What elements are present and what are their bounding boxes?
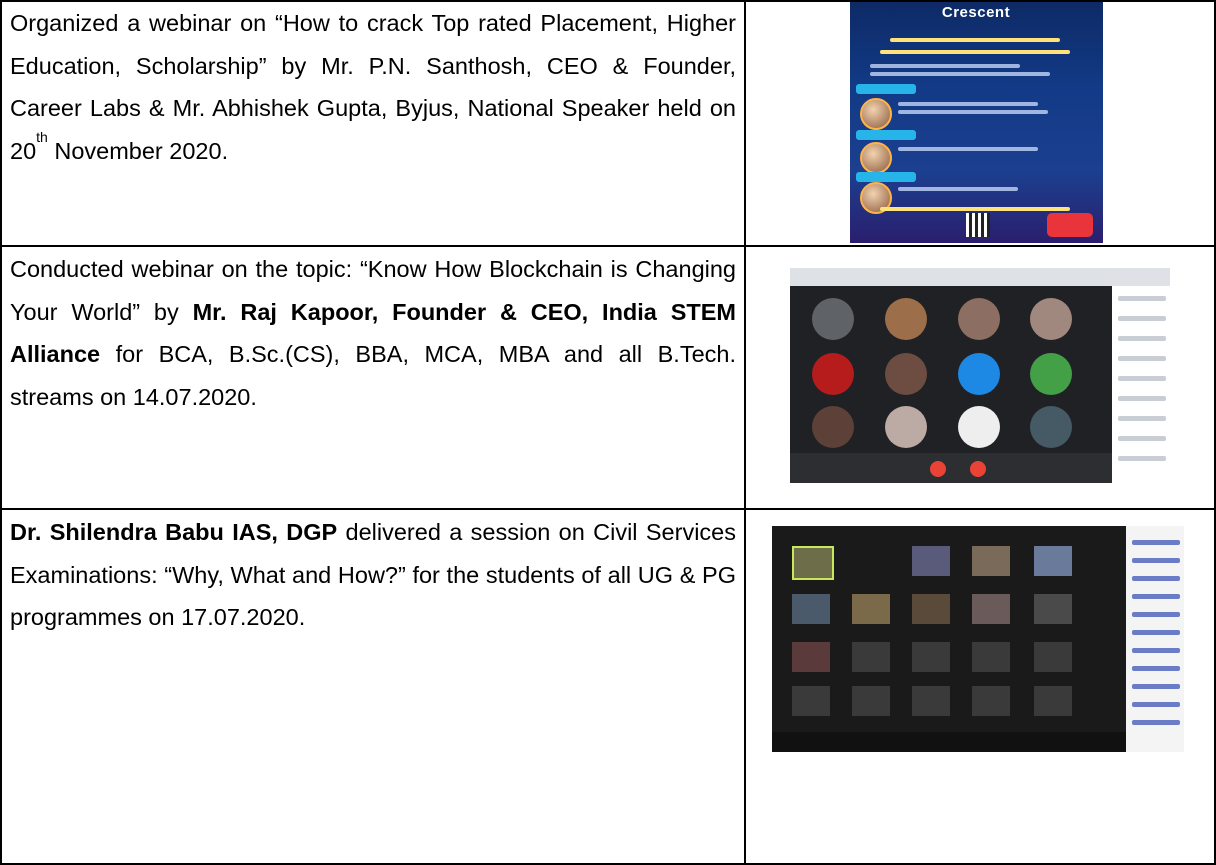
row-1-description: Organized a webinar on “How to crack Top…	[10, 10, 736, 164]
poster-logo: Crescent	[941, 4, 1011, 21]
column-divider	[744, 0, 746, 865]
zoom-meeting-screenshot	[772, 526, 1184, 752]
qr-code-icon	[966, 213, 990, 237]
row-2-description: Conducted webinar on the topic: “Know Ho…	[10, 256, 736, 410]
cta-badge	[1047, 213, 1093, 237]
row-3-description: Dr. Shilendra Babu IAS, DGP delivered a …	[10, 519, 736, 630]
webinar-poster-image: Crescent	[850, 2, 1103, 243]
google-meet-screenshot	[790, 268, 1170, 483]
row-divider	[0, 245, 1216, 247]
row-divider	[0, 508, 1216, 510]
events-table: Organized a webinar on “How to crack Top…	[0, 0, 1216, 865]
table-border-left	[0, 0, 2, 865]
